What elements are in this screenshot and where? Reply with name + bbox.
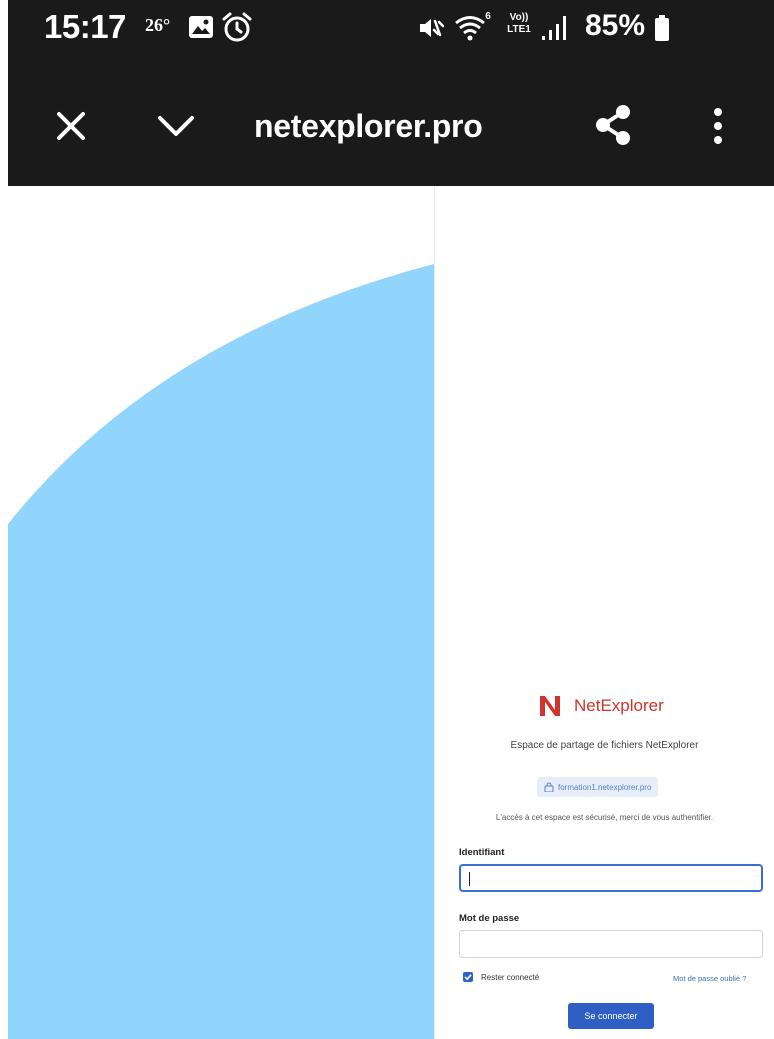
text-caret bbox=[469, 872, 470, 886]
remember-label: Rester connecté bbox=[481, 972, 540, 982]
lte-label: LTE1 bbox=[507, 24, 531, 35]
password-label: Mot de passe bbox=[459, 913, 520, 924]
login-panel: NetExplorer Espace de partage de fichier… bbox=[435, 186, 774, 1039]
lock-icon bbox=[544, 782, 554, 792]
netexplorer-logo-icon bbox=[540, 696, 560, 716]
domain-text: formation1.netexplorer.pro bbox=[558, 782, 652, 792]
alarm-icon bbox=[222, 12, 252, 42]
more-vert-icon[interactable] bbox=[708, 106, 728, 146]
remember-checkbox[interactable] bbox=[463, 972, 473, 982]
hero-shape bbox=[8, 264, 434, 1039]
domain-badge: formation1.netexplorer.pro bbox=[537, 777, 659, 797]
brand: NetExplorer bbox=[538, 694, 664, 718]
battery-percent: 85% bbox=[585, 9, 646, 42]
signal-icon bbox=[542, 16, 566, 40]
status-bar: 15:17 26° 6 Vo)) LTE1 85% bbox=[8, 0, 774, 62]
battery-icon bbox=[655, 15, 669, 41]
hero-panel bbox=[8, 186, 434, 1039]
username-label: Identifiant bbox=[459, 847, 505, 858]
password-field[interactable] bbox=[459, 930, 763, 958]
url-text[interactable]: netexplorer.pro bbox=[254, 108, 483, 145]
status-time: 15:17 bbox=[44, 8, 126, 45]
remember-me[interactable]: Rester connecté bbox=[463, 972, 539, 982]
wifi-badge: 6 bbox=[485, 11, 491, 22]
auth-notice: L'accès à cet espace est sécurisé, merci… bbox=[495, 813, 714, 822]
username-field[interactable] bbox=[459, 864, 763, 892]
brand-name: NetExplorer bbox=[574, 696, 664, 715]
gallery-icon bbox=[189, 16, 213, 38]
status-temperature: 26° bbox=[145, 15, 171, 35]
share-icon[interactable] bbox=[591, 103, 635, 147]
screen: 15:17 26° 6 Vo)) LTE1 85% netexplorer.pr… bbox=[0, 0, 774, 1039]
chevron-down-icon[interactable] bbox=[156, 112, 196, 140]
login-subtitle: Espace de partage de fichiers NetExplore… bbox=[510, 740, 699, 751]
browser-toolbar: netexplorer.pro bbox=[8, 62, 774, 186]
mute-vibrate-icon bbox=[420, 19, 445, 37]
check-icon bbox=[464, 974, 472, 981]
login-button[interactable]: Se connecter bbox=[568, 1003, 654, 1029]
forgot-password-link[interactable]: Mot de passe oublié ? bbox=[673, 974, 746, 983]
volte-label: Vo)) bbox=[509, 12, 529, 23]
close-icon[interactable] bbox=[55, 110, 87, 142]
